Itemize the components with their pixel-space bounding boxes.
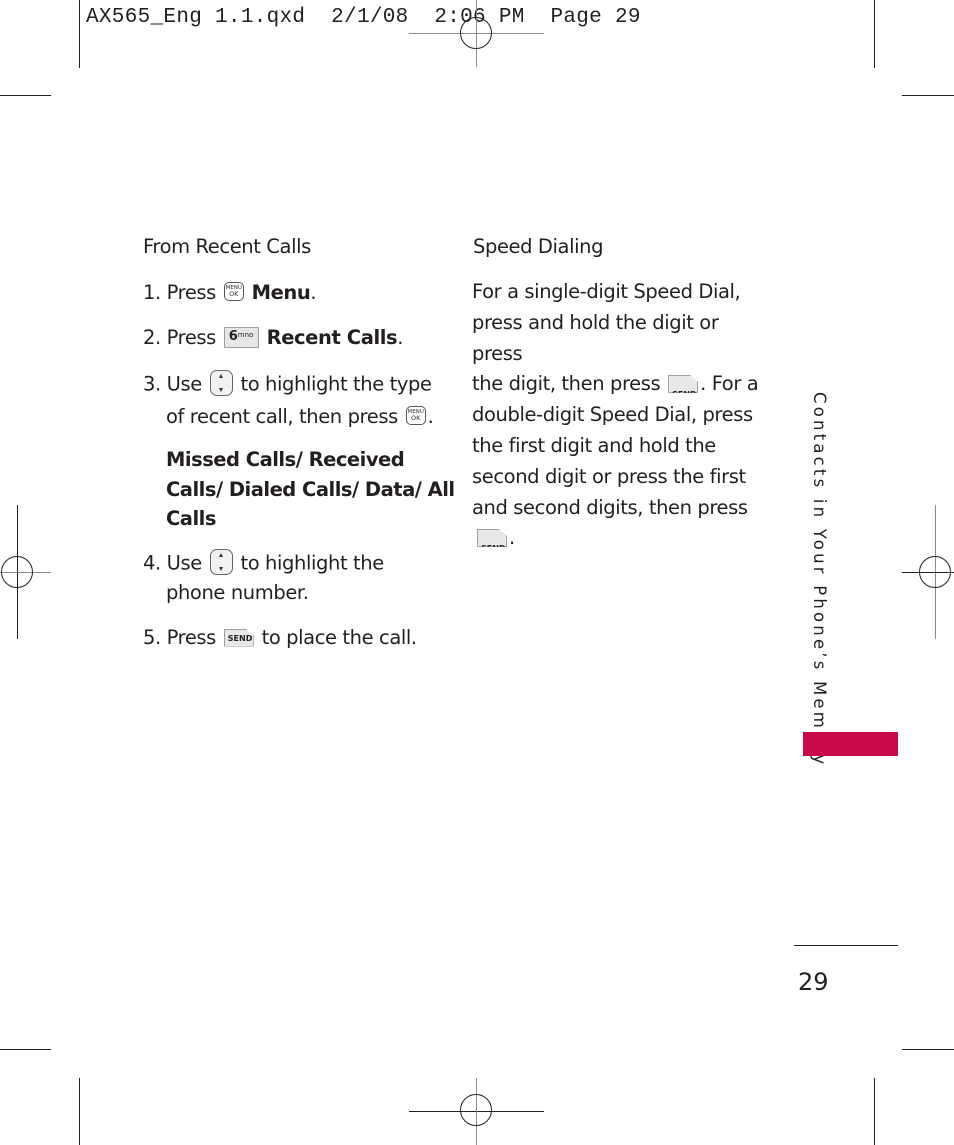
navigation-key-icon — [209, 549, 233, 575]
section-heading-recent-calls: From Recent Calls — [143, 235, 311, 258]
section-heading-speed-dialing: Speed Dialing — [473, 235, 604, 258]
step-4: 4. Use to highlight the — [143, 549, 384, 577]
step-number: 3. — [143, 372, 161, 396]
recent-calls-label: Recent Calls — [266, 326, 398, 349]
step-3: 3. Use to highlight the type — [143, 370, 432, 398]
menu-ok-key-icon: MENU OK — [223, 282, 244, 301]
send-key-icon: SEND — [668, 374, 699, 393]
print-slug: AX565_Eng 1.1.qxd 2/1/08 2:06 PM Page 29 — [86, 6, 641, 29]
page-number: 29 — [798, 968, 829, 996]
crop-mark — [874, 1078, 875, 1145]
crop-mark — [902, 1049, 954, 1050]
menu-label: Menu — [251, 281, 311, 304]
crop-mark — [79, 0, 80, 68]
six-mno-key-icon: 6 mno — [223, 327, 259, 348]
step-number: 4. — [143, 551, 161, 575]
crop-mark — [0, 95, 51, 96]
navigation-key-icon — [209, 370, 233, 396]
send-key-icon: SEND — [223, 628, 254, 647]
step-1: 1. Press MENU OK Menu. — [143, 281, 317, 304]
step-number: 1. — [143, 281, 161, 304]
crop-mark — [874, 0, 875, 68]
step-number: 5. — [143, 626, 161, 649]
send-key-icon: SEND — [477, 528, 507, 547]
step-text: Use — [166, 372, 203, 396]
crop-mark — [0, 1049, 51, 1050]
page-number-rule — [794, 945, 898, 946]
step-5: 5. Press SEND to place the call. — [143, 626, 417, 649]
speed-dialing-paragraph: For a single-digit Speed Dial, press and… — [472, 280, 759, 553]
step-3-continued: of recent call, then press MENU OK. — [166, 405, 434, 428]
step-2: 2. Press 6 mno Recent Calls. — [143, 326, 404, 349]
step-text: Press — [166, 281, 217, 304]
crop-mark — [902, 95, 954, 96]
section-title-vertical: Contacts in Your Phone’s Memory — [810, 392, 829, 768]
step-number: 2. — [143, 326, 161, 349]
recent-call-types: Missed Calls/ Received Calls/ Dialed Cal… — [166, 448, 455, 530]
step-text: Press — [166, 626, 217, 649]
section-tab-marker — [803, 732, 898, 756]
menu-ok-key-icon: MENU OK — [405, 406, 426, 425]
step-4-continued: phone number. — [166, 581, 309, 604]
step-text: Use — [166, 551, 203, 575]
step-text: Press — [166, 326, 217, 349]
crop-mark — [79, 1078, 80, 1145]
